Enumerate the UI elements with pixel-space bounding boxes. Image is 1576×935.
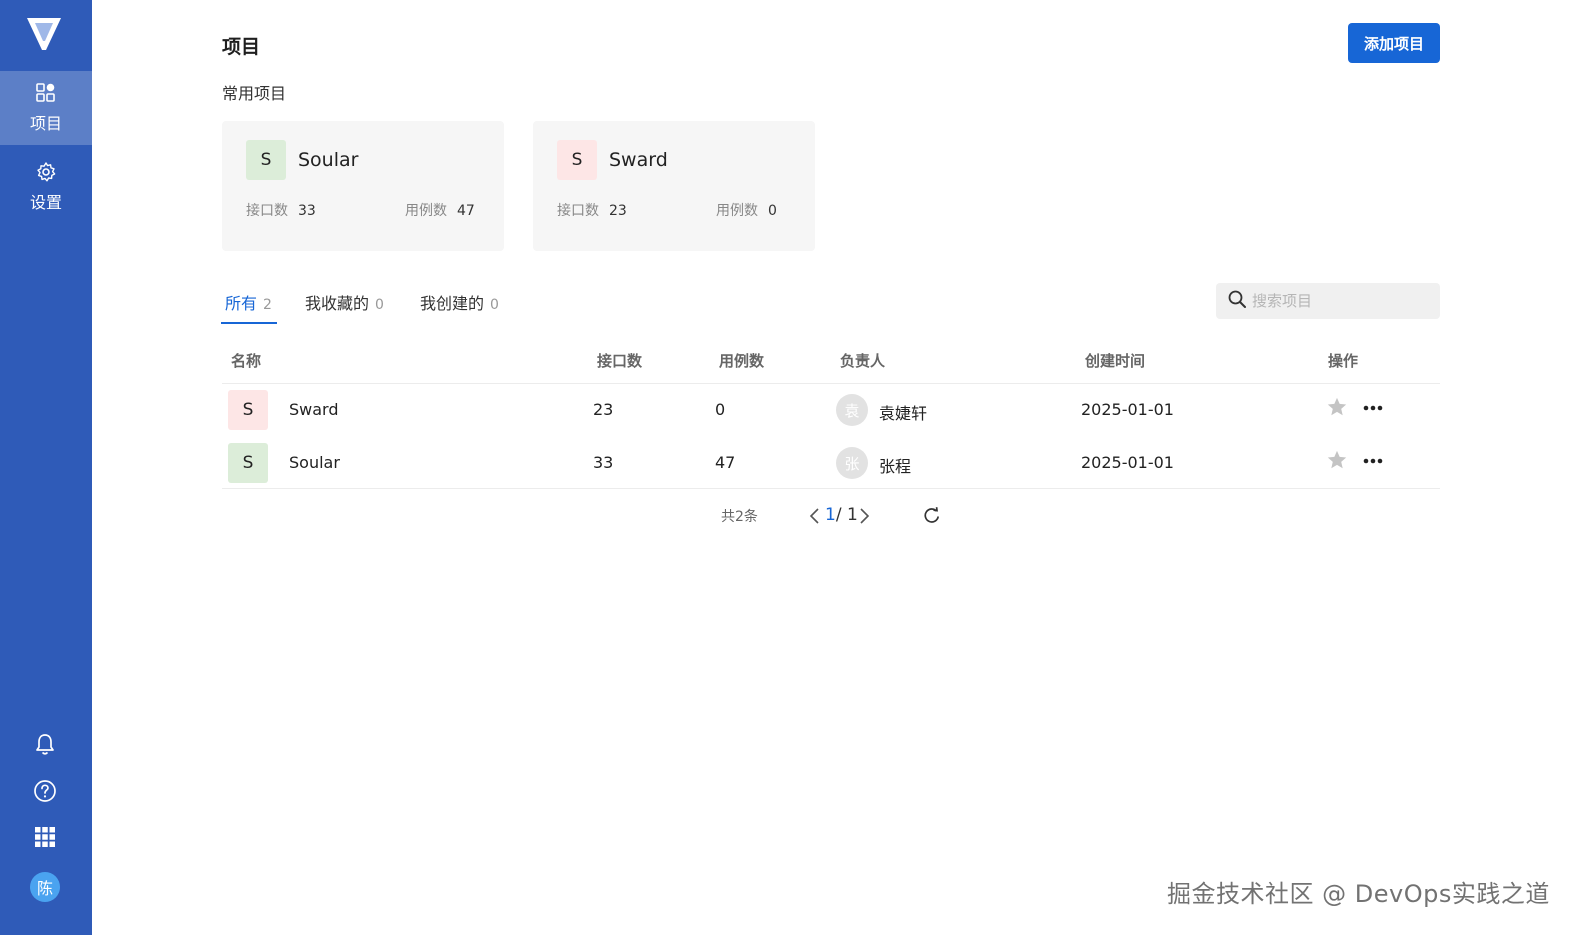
sidebar-item-label: 设置 [29,193,62,212]
user-avatar[interactable]: 陈 [30,872,60,902]
chevron-left-icon[interactable] [808,507,822,525]
add-project-button[interactable]: 添加项目 [1348,23,1440,63]
column-header-actions: 操作 [1328,352,1359,370]
app-launcher-icon[interactable] [30,822,60,852]
column-header-created: 创建时间 [1085,352,1146,370]
created-date: 2025-01-01 [1081,453,1174,472]
search-icon [1228,290,1246,312]
table-row[interactable]: S Soular 33 47 张 张程 2025-01-01 [222,437,1440,489]
project-initial-icon: S [228,390,268,430]
total-count: 共2条 [721,509,758,525]
table-row[interactable]: S Sward 23 0 袁 袁婕轩 2025-01-01 [222,384,1440,436]
recent-project-card[interactable]: S Sward 接口数 23 用例数 0 [533,121,815,251]
project-initial-icon: S [557,140,597,180]
sidebar-item-settings[interactable]: 设置 [0,150,92,224]
column-header-case-count: 用例数 [719,352,765,370]
case-count: 用例数 0 [716,203,777,219]
tab-all[interactable]: 所有 2 [225,290,272,314]
case-count: 47 [715,453,736,472]
refresh-icon[interactable] [922,506,942,526]
grid-apps-icon [35,82,57,104]
owner-avatar: 张 [836,447,868,479]
api-count: 33 [593,453,614,472]
page-title: 项目 [222,36,261,58]
project-initial-icon: S [246,140,286,180]
api-count: 23 [593,400,614,419]
column-header-owner: 负责人 [840,352,886,370]
active-tab-indicator [221,322,277,324]
project-name[interactable]: Soular [289,453,340,472]
project-name: Sward [609,149,668,171]
owner-avatar: 袁 [836,394,868,426]
search-box [1216,283,1440,319]
project-name[interactable]: Sward [289,400,339,419]
column-header-name: 名称 [231,352,262,370]
more-options-icon[interactable] [1360,449,1386,473]
page-total: / 1 [835,505,858,525]
created-date: 2025-01-01 [1081,400,1174,419]
project-name: Soular [298,149,359,171]
star-icon[interactable] [1324,394,1350,420]
help-icon[interactable] [30,776,60,806]
sidebar-item-label: 项目 [29,114,62,133]
divider [222,488,1440,489]
star-icon[interactable] [1324,447,1350,473]
sidebar: 项目 设置 陈 [0,0,92,935]
sidebar-item-projects[interactable]: 项目 [0,71,92,145]
chevron-right-icon[interactable] [857,507,871,525]
recent-project-card[interactable]: S Soular 接口数 33 用例数 47 [222,121,504,251]
more-options-icon[interactable] [1360,396,1386,420]
tab-favorites[interactable]: 我收藏的 0 [305,290,384,314]
api-count: 接口数 33 [246,203,316,219]
app-logo[interactable] [24,14,64,54]
tab-created-by-me[interactable]: 我创建的 0 [420,290,499,314]
gear-icon [35,161,57,183]
search-input[interactable] [1252,292,1422,310]
column-header-api-count: 接口数 [597,352,643,370]
page-indicator: 1/ 1 [825,505,858,525]
bell-icon[interactable] [30,729,60,759]
watermark: 掘金技术社区 @ DevOps实践之道 [1167,880,1550,908]
case-count: 0 [715,400,726,419]
case-count: 用例数 47 [405,203,475,219]
api-count: 接口数 23 [557,203,627,219]
owner-name: 张程 [879,457,912,476]
current-page: 1 [825,505,836,525]
project-initial-icon: S [228,443,268,483]
recent-projects-title: 常用项目 [222,84,287,103]
owner-name: 袁婕轩 [879,404,928,423]
